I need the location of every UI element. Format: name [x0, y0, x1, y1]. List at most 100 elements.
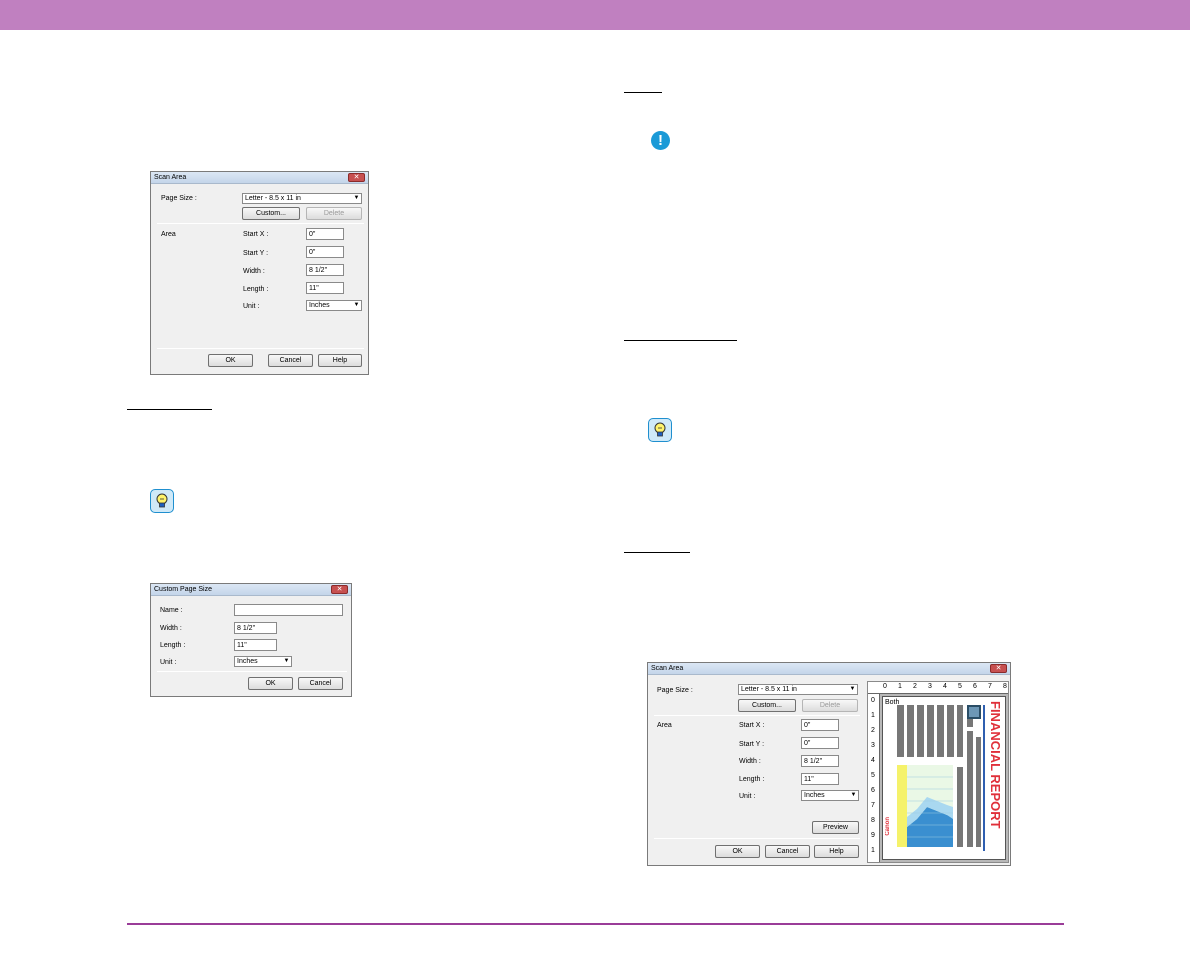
important-icon: !: [651, 131, 670, 150]
ruler-tick-label: 3: [928, 683, 932, 690]
heading-underline-3: [624, 552, 690, 553]
dialog-title: Scan Area: [151, 172, 368, 184]
ruler-tick-label: 5: [871, 772, 875, 779]
heading-underline-4: [127, 409, 212, 410]
ok-button[interactable]: OK: [208, 354, 253, 367]
heading-underline-1: [624, 92, 662, 93]
unit-value: Inches: [309, 302, 330, 309]
width-input[interactable]: 8 1/2": [801, 755, 839, 767]
start-x-input[interactable]: 0": [306, 228, 344, 240]
start-x-input[interactable]: 0": [801, 719, 839, 731]
footer-rule: [127, 923, 1064, 925]
unit-label: Unit :: [243, 303, 260, 310]
ruler-tick-label: 2: [913, 683, 917, 690]
hint-icon: [648, 418, 672, 442]
divider: [654, 838, 860, 839]
dialog-title: Custom Page Size: [151, 584, 351, 596]
ruler-tick-label: 6: [973, 683, 977, 690]
close-icon[interactable]: ✕: [990, 664, 1007, 673]
ruler-tick-label: 1: [871, 847, 875, 854]
start-y-input[interactable]: 0": [801, 737, 839, 749]
divider: [654, 715, 860, 716]
scan-preview-pane[interactable]: 012345678 01234567891 Both FINANCIAL REP…: [867, 681, 1009, 863]
area-label: Area: [657, 722, 672, 729]
ruler-tick-label: 6: [871, 787, 875, 794]
unit-select[interactable]: Inches ▼: [801, 790, 859, 801]
close-icon[interactable]: ✕: [331, 585, 348, 594]
ruler-tick-label: 8: [871, 817, 875, 824]
chevron-down-icon: ▼: [850, 792, 857, 798]
hint-icon: [150, 489, 174, 513]
length-input[interactable]: 11": [234, 639, 277, 651]
ruler-tick-label: 1: [898, 683, 902, 690]
help-button[interactable]: Help: [318, 354, 362, 367]
help-button[interactable]: Help: [814, 845, 859, 858]
dialog-title: Scan Area: [648, 663, 1010, 675]
delete-button[interactable]: Delete: [306, 207, 362, 220]
chevron-down-icon: ▼: [353, 195, 360, 201]
ruler-tick-label: 4: [871, 757, 875, 764]
start-y-label: Start Y :: [739, 741, 765, 748]
chevron-down-icon: ▼: [283, 658, 290, 664]
ruler-tick-label: 7: [871, 802, 875, 809]
ruler-tick-label: 0: [871, 697, 875, 704]
delete-button[interactable]: Delete: [802, 699, 858, 712]
cancel-button[interactable]: Cancel: [298, 677, 343, 690]
page-size-select[interactable]: Letter - 8.5 x 11 in ▼: [242, 193, 362, 204]
custom-page-size-dialog: Custom Page Size ✕ Name : Width : 8 1/2"…: [150, 583, 352, 697]
report-title: FINANCIAL REPORT: [988, 701, 1003, 829]
name-label: Name :: [160, 607, 183, 614]
area-label: Area: [161, 231, 176, 238]
scan-area-preview-dialog: Scan Area ✕ Page Size : Letter - 8.5 x 1…: [647, 662, 1011, 866]
chevron-down-icon: ▼: [353, 302, 360, 308]
width-label: Width :: [739, 758, 761, 765]
start-y-input[interactable]: 0": [306, 246, 344, 258]
width-input[interactable]: 8 1/2": [306, 264, 344, 276]
header-bar: [0, 0, 1190, 30]
close-icon[interactable]: ✕: [348, 173, 365, 182]
name-input[interactable]: [234, 604, 343, 616]
unit-value: Inches: [804, 792, 825, 799]
preview-button[interactable]: Preview: [812, 821, 859, 834]
scan-area-dialog: Scan Area ✕ Page Size : Letter - 8.5 x 1…: [150, 171, 369, 375]
page-size-label: Page Size :: [161, 195, 197, 202]
ruler-tick-label: 1: [871, 712, 875, 719]
unit-select[interactable]: Inches ▼: [234, 656, 292, 667]
unit-select[interactable]: Inches ▼: [306, 300, 362, 311]
ruler-top: 0 1 2 3 4 5 6 7 8: [868, 682, 1008, 694]
ruler-tick-label: 0: [883, 683, 887, 690]
length-input[interactable]: 11": [801, 773, 839, 785]
start-x-label: Start X :: [243, 231, 269, 238]
unit-value: Inches: [237, 658, 258, 665]
ruler-tick-label: 3: [871, 742, 875, 749]
length-input[interactable]: 11": [306, 282, 344, 294]
brand-label: Canon: [885, 817, 891, 836]
cancel-button[interactable]: Cancel: [765, 845, 810, 858]
width-label: Width :: [243, 268, 265, 275]
unit-label: Unit :: [739, 793, 756, 800]
start-x-label: Start X :: [739, 722, 765, 729]
page-size-value: Letter - 8.5 x 11 in: [245, 195, 301, 202]
cancel-button[interactable]: Cancel: [268, 354, 313, 367]
ruler-tick-label: 9: [871, 832, 875, 839]
custom-button[interactable]: Custom...: [738, 699, 796, 712]
length-label: Length :: [243, 286, 269, 293]
ruler-tick-label: 2: [871, 727, 875, 734]
page-size-value: Letter - 8.5 x 11 in: [741, 686, 797, 693]
ruler-tick-label: 8: [1003, 683, 1007, 690]
ruler-tick-label: 5: [958, 683, 962, 690]
length-label: Length :: [160, 642, 186, 649]
width-label: Width :: [160, 625, 182, 632]
divider: [157, 348, 364, 349]
chevron-down-icon: ▼: [849, 686, 856, 692]
page-size-select[interactable]: Letter - 8.5 x 11 in ▼: [738, 684, 858, 695]
custom-button[interactable]: Custom...: [242, 207, 300, 220]
ruler-left: 0 1 2 3 4 5 6 7 8 9 1: [868, 694, 880, 862]
ok-button[interactable]: OK: [248, 677, 293, 690]
heading-underline-2: [624, 340, 737, 341]
ok-button[interactable]: OK: [715, 845, 760, 858]
width-input[interactable]: 8 1/2": [234, 622, 277, 634]
start-y-label: Start Y :: [243, 250, 269, 257]
ruler-tick-label: 7: [988, 683, 992, 690]
unit-label: Unit :: [160, 659, 177, 666]
